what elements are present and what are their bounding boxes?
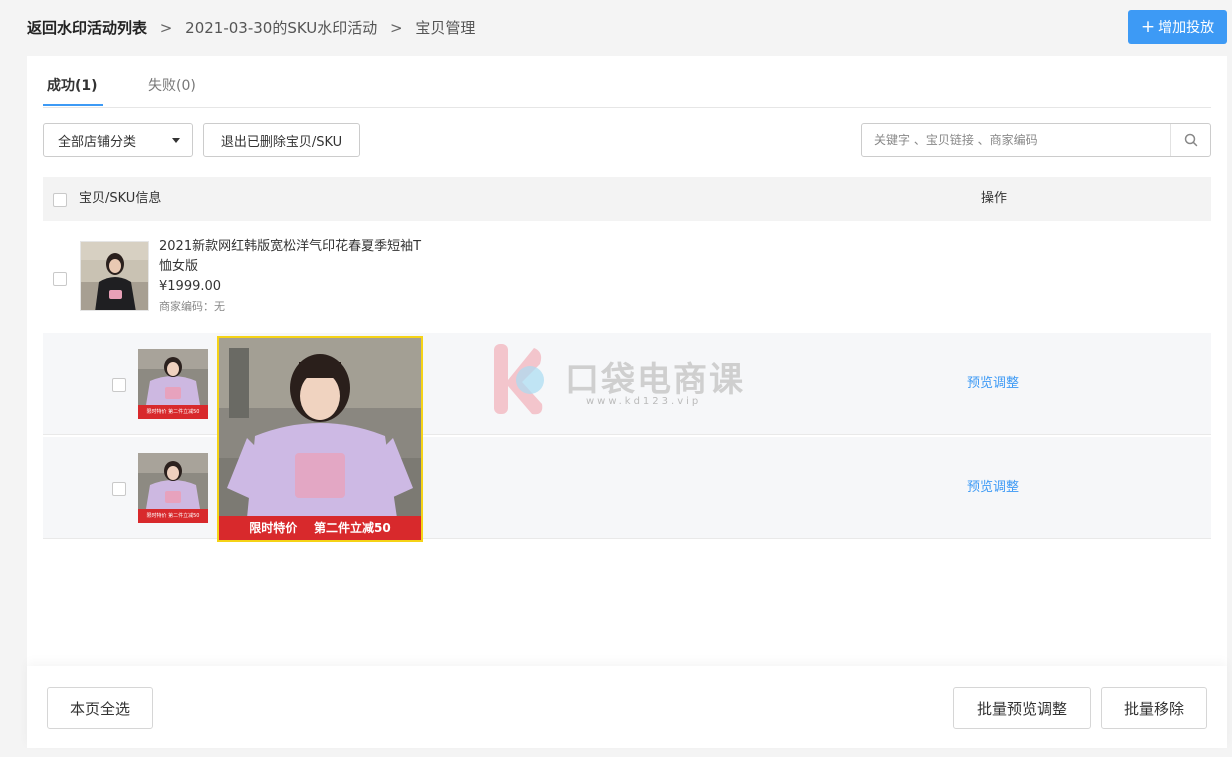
batch-preview-button[interactable]: 批量预览调整 xyxy=(953,687,1091,729)
exit-deleted-button[interactable]: 退出已删除宝贝/SKU xyxy=(203,123,360,157)
product-checkbox[interactable] xyxy=(53,272,67,286)
breadcrumb-current: 宝贝管理 xyxy=(415,19,476,37)
sku-image-preview: 限时特价 第二件立减50 xyxy=(217,336,423,542)
preview-banner-text: 限时特价 第二件立减50 xyxy=(249,521,391,535)
product-thumbnail xyxy=(80,241,149,311)
watermark-logo-icon xyxy=(494,344,544,415)
column-header-info: 宝贝/SKU信息 xyxy=(79,191,162,206)
breadcrumb-separator: > xyxy=(159,19,173,37)
sku-checkbox[interactable] xyxy=(112,482,126,496)
breadcrumb-activity[interactable]: 2021-03-30的SKU水印活动 xyxy=(185,19,377,37)
product-price: ¥1999.00 xyxy=(159,279,222,294)
breadcrumb: 返回水印活动列表 > 2021-03-30的SKU水印活动 > 宝贝管理 xyxy=(27,18,475,38)
filter-toolbar: 全部店铺分类 退出已删除宝贝/SKU xyxy=(43,123,1211,157)
active-tab-indicator xyxy=(43,104,103,106)
select-page-button[interactable]: 本页全选 xyxy=(47,687,153,729)
select-all-checkbox[interactable] xyxy=(53,193,67,207)
page-header: 返回水印活动列表 > 2021-03-30的SKU水印活动 > 宝贝管理 + 增… xyxy=(0,0,1232,56)
status-tabs: 成功(1) 失败(0) xyxy=(43,56,1211,108)
footer-bar: 本页全选 批量预览调整 批量移除 xyxy=(27,666,1227,748)
search-button[interactable] xyxy=(1170,124,1210,156)
watermark-url: www.kd123.vip xyxy=(586,396,702,407)
sku-thumbnail[interactable]: 限时特价 第二件立减50 xyxy=(138,349,208,419)
tab-failed[interactable]: 失败(0) xyxy=(148,76,196,96)
shop-category-select[interactable]: 全部店铺分类 xyxy=(43,123,193,157)
watermark-text: 口袋电商课 xyxy=(565,360,745,400)
add-placement-button[interactable]: + 增加投放 xyxy=(1128,10,1227,44)
product-row: 2021新款网红韩版宽松洋气印花春夏季短袖T恤女版 ¥1999.00 商家编码：… xyxy=(43,221,1211,333)
table-header: 宝贝/SKU信息 操作 xyxy=(43,177,1211,221)
column-header-action: 操作 xyxy=(981,191,1008,206)
search-icon xyxy=(1184,133,1197,147)
breadcrumb-back-link[interactable]: 返回水印活动列表 xyxy=(27,19,147,37)
sku-thumbnail[interactable]: 限时特价 第二件立减50 xyxy=(138,453,208,523)
plus-icon: + xyxy=(1140,16,1156,37)
batch-remove-button[interactable]: 批量移除 xyxy=(1101,687,1207,729)
merchant-code: 商家编码：无 xyxy=(159,300,225,313)
product-title[interactable]: 2021新款网红韩版宽松洋气印花春夏季短袖T恤女版 xyxy=(159,237,429,277)
sku-banner-text: 限时特价 第二件立减50 xyxy=(146,409,200,415)
search-box xyxy=(861,123,1211,157)
sku-checkbox[interactable] xyxy=(112,378,126,392)
sku-banner-text: 限时特价 第二件立减50 xyxy=(146,513,200,519)
search-input[interactable] xyxy=(862,124,1172,156)
preview-adjust-link[interactable]: 预览调整 xyxy=(967,375,1019,393)
tab-success[interactable]: 成功(1) xyxy=(47,76,98,96)
add-placement-label: 增加投放 xyxy=(1158,20,1215,36)
watermark: 口袋电商课 www.kd123.vip xyxy=(490,340,750,420)
breadcrumb-separator: > xyxy=(390,19,403,37)
preview-adjust-link[interactable]: 预览调整 xyxy=(967,479,1019,497)
caret-down-icon xyxy=(172,138,180,143)
shop-category-value: 全部店铺分类 xyxy=(58,134,137,150)
